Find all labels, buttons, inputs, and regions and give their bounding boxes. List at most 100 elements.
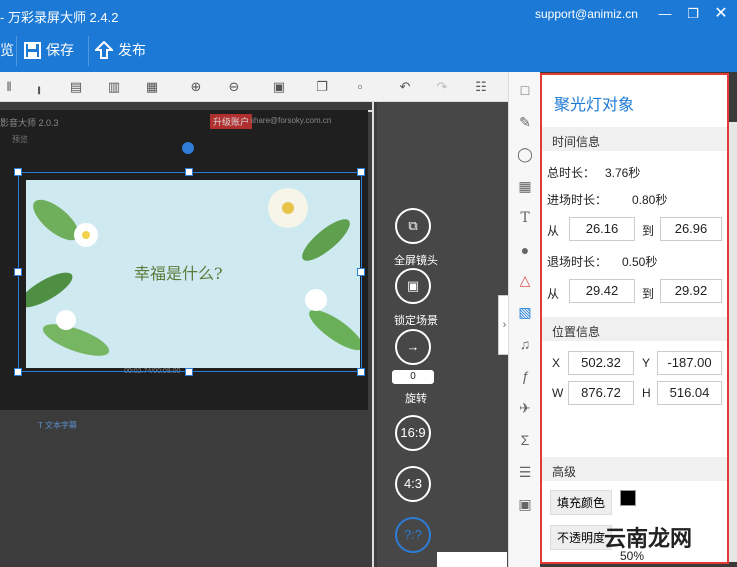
editor-toolbar: ‖ ╻ ▤ ▥ ▦ ⊕ ⊖ ▣ ❐ ▫ ↶ ↷ ☷ (0, 72, 508, 102)
opacity-button[interactable]: 不透明度 (550, 525, 613, 550)
color-swatch[interactable] (620, 490, 636, 506)
sigma-icon[interactable]: Σ (515, 430, 535, 450)
y-label: Y (642, 356, 651, 370)
ratio-4-3-button[interactable]: 4:3 (395, 466, 431, 502)
resize-handle[interactable] (357, 168, 365, 176)
panel-scrollbar[interactable] (729, 122, 737, 562)
spotlight-icon[interactable]: △ (515, 270, 535, 290)
support-email[interactable]: support@animiz.cn (535, 7, 638, 21)
lock-scene-label: 锁定场景 (394, 315, 438, 327)
image-icon[interactable]: ▦ (515, 176, 535, 196)
enter-duration-label: 进场时长： (547, 193, 608, 207)
close-icon[interactable]: ✕ (711, 4, 731, 24)
h-input[interactable]: 516.04 (657, 381, 722, 405)
y-input[interactable]: -187.00 (657, 351, 722, 375)
fullscreen-button[interactable]: ⧉ (395, 208, 431, 244)
enter-from-input[interactable]: 26.16 (569, 217, 635, 241)
rotate-handle-icon[interactable] (182, 142, 194, 154)
restore-icon[interactable]: ❐ (683, 4, 703, 24)
align-bottom-icon[interactable]: ▥ (105, 78, 123, 96)
menu-preview[interactable]: 览 (0, 40, 14, 60)
panel-title: 聚光灯对象 (554, 97, 635, 114)
exit-from-input[interactable]: 29.42 (569, 279, 635, 303)
copy-icon[interactable]: ❐ (313, 78, 331, 96)
enter-duration-value: 0.80秒 (632, 193, 668, 207)
enter-from-label: 从 (547, 224, 560, 238)
x-label: X (552, 356, 561, 370)
align-left-icon[interactable]: ‖ (0, 78, 18, 96)
zoom-out-icon[interactable]: ⊖ (225, 78, 243, 96)
text-icon[interactable]: T (515, 208, 535, 228)
redo-icon[interactable]: ↷ (433, 78, 451, 96)
watermark: 云南龙网 (604, 526, 693, 551)
zoom-in-icon[interactable]: ⊕ (187, 78, 205, 96)
x-input[interactable]: 502.32 (568, 351, 634, 375)
pencil-icon[interactable]: ✎ (515, 112, 535, 132)
inner-toolbar-text: 预览 (12, 135, 28, 144)
w-input[interactable]: 876.72 (568, 381, 634, 405)
speech-bubble-icon[interactable]: □ (515, 80, 535, 100)
floppy-icon (24, 41, 41, 59)
undo-icon[interactable]: ↶ (396, 78, 414, 96)
title-bar: - 万彩录屏大师 2.4.2 support@animiz.cn — ❐ ✕ (0, 0, 737, 30)
zoom-percent: 50% (620, 549, 645, 563)
inner-email: share@forsoky.com.cn (250, 116, 332, 125)
selection-box[interactable] (18, 172, 362, 372)
divider (16, 36, 17, 66)
settings-list-icon[interactable]: ☷ (472, 78, 490, 96)
window-title: - 万彩录屏大师 2.4.2 (0, 10, 119, 25)
distribute-icon[interactable]: ▦ (143, 78, 161, 96)
drop-icon[interactable]: ● (515, 240, 535, 260)
enter-to-label: 到 (642, 224, 655, 238)
enter-to-input[interactable]: 26.96 (660, 217, 722, 241)
paste-icon[interactable]: ▫ (351, 78, 369, 96)
resize-handle[interactable] (185, 368, 193, 376)
function-icon[interactable]: ƒ (515, 366, 535, 386)
time-section-header: 时间信息 (542, 127, 727, 151)
menu-bar: 览 保存 发布 (0, 30, 737, 72)
resize-handle[interactable] (14, 268, 22, 276)
lock-scene-button[interactable]: ▣ (395, 268, 431, 304)
shapes-icon[interactable]: ◯ (515, 144, 535, 164)
exit-to-label: 到 (642, 287, 655, 301)
resize-handle[interactable] (357, 368, 365, 376)
save-button[interactable]: 保存 (24, 40, 74, 60)
inner-window-title: 影音大师 2.0.3 (0, 118, 59, 128)
exit-duration-value: 0.50秒 (622, 255, 658, 269)
align-center-icon[interactable]: ╻ (30, 78, 48, 96)
resize-handle[interactable] (14, 368, 22, 376)
lock-icon[interactable]: ▣ (270, 78, 288, 96)
exit-to-input[interactable]: 29.92 (660, 279, 722, 303)
resize-handle[interactable] (14, 168, 22, 176)
airplane-icon[interactable]: ✈ (515, 398, 535, 418)
ratio-custom-button[interactable]: ?:? (395, 517, 431, 553)
rotate-dial[interactable]: → (395, 329, 431, 365)
tool-sidebar: □ ✎ ◯ ▦ T ● △ ▧ ♫ ƒ ✈ Σ ☰ ▣ (508, 72, 540, 567)
w-label: W (552, 386, 564, 400)
resize-handle[interactable] (357, 268, 365, 276)
total-duration-label: 总时长： (547, 166, 596, 180)
rotate-input[interactable]: 0 (392, 370, 434, 384)
photo-icon[interactable]: ▣ (515, 494, 535, 514)
ratio-16-9-button[interactable]: 16:9 (395, 415, 431, 451)
exit-duration-label: 退场时长： (547, 255, 608, 269)
inner-subtitle-label: T 文本字幕 (38, 421, 77, 430)
spotlight-properties-panel: 聚光灯对象 时间信息 总时长： 3.76秒 进场时长： 0.80秒 从 26.1… (540, 73, 729, 564)
fullscreen-label: 全屏镜头 (394, 255, 438, 267)
align-top-icon[interactable]: ▤ (67, 78, 85, 96)
minimize-icon[interactable]: — (655, 4, 675, 24)
fill-color-button[interactable]: 填充颜色 (550, 490, 613, 515)
h-label: H (642, 386, 651, 400)
folder-icon[interactable]: ▧ (515, 302, 535, 322)
advanced-section-header: 高级 (542, 457, 727, 481)
total-duration-value: 3.76秒 (605, 166, 641, 180)
resize-handle[interactable] (185, 168, 193, 176)
position-section-header: 位置信息 (542, 317, 727, 341)
music-icon[interactable]: ♫ (515, 334, 535, 354)
inner-upgrade-badge: 升级账户 (210, 114, 253, 129)
list-icon[interactable]: ☰ (515, 462, 535, 482)
zoom-indicator (437, 552, 507, 567)
rotate-label: 旋转 (405, 393, 427, 405)
publish-button[interactable]: 发布 (95, 40, 146, 60)
divider (88, 36, 89, 66)
